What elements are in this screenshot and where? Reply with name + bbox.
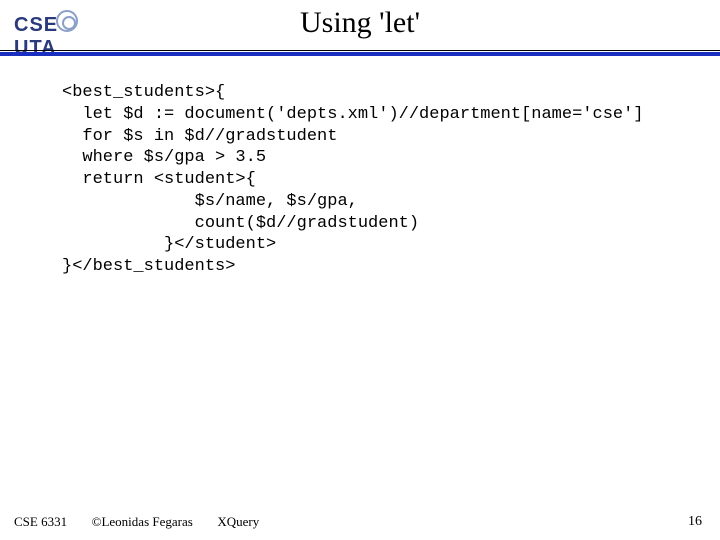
code-line: where $s/gpa > 3.5 [62,148,266,167]
footer-copyright: ©Leonidas Fegaras [92,514,193,530]
code-line: return <student>{ [62,170,256,189]
header: CSEUTA Using 'let' [0,0,720,54]
footer-page: 16 [688,514,702,530]
logo-text-uta: UTA [14,37,57,60]
slide-body: <best_students>{ let $d := document('dep… [62,82,700,278]
footer-course: CSE 6331 [14,514,67,530]
slide-title: Using 'let' [0,6,720,40]
code-line: $s/name, $s/gpa, [62,192,358,211]
code-line: for $s in $d//gradstudent [62,127,337,146]
footer-topic: XQuery [217,514,259,530]
rule-thin [0,50,720,51]
code-line: <best_students>{ [62,83,225,102]
rule-thick [0,52,720,56]
code-line: }</best_students> [62,257,235,276]
header-rule [0,50,720,56]
slide: CSEUTA Using 'let' <best_students>{ let … [0,0,720,540]
code-line: }</student> [62,235,276,254]
code-line: let $d := document('depts.xml')//departm… [62,105,644,124]
code-block: <best_students>{ let $d := document('dep… [62,82,700,278]
code-line: count($d//gradstudent) [62,214,419,233]
footer: CSE 6331 ©Leonidas Fegaras XQuery 16 [14,514,706,530]
